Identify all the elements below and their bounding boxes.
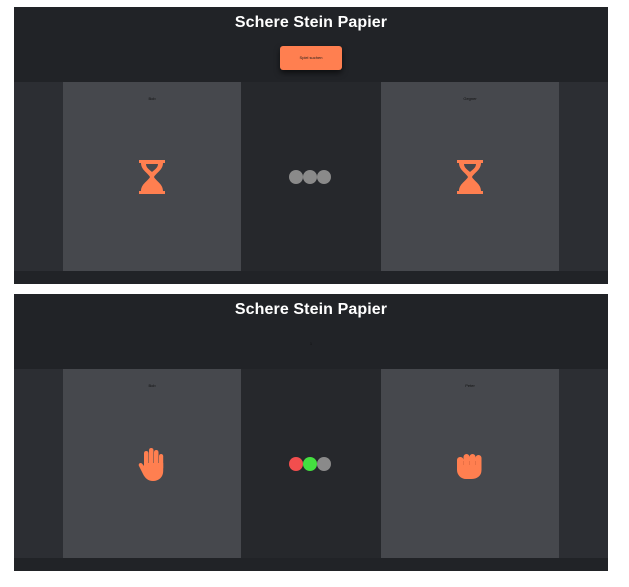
page-title: Schere Stein Papier bbox=[234, 301, 388, 318]
player-card-right: Peter bbox=[381, 369, 559, 558]
player-card-left: Bob bbox=[63, 82, 241, 271]
round-dot-3 bbox=[317, 170, 331, 184]
game-screen-playing: Schere Stein Papier 1 Bob Peter bbox=[14, 294, 608, 571]
player-card-left: Bob bbox=[63, 369, 241, 558]
player-name-right: Peter bbox=[465, 383, 475, 388]
round-indicator-zone bbox=[241, 369, 381, 558]
player-card-right: Gegner bbox=[381, 82, 559, 271]
round-dots bbox=[289, 170, 333, 184]
game-screen-searching: Schere Stein Papier Spiel suchen Bob Geg… bbox=[14, 7, 608, 284]
hand-paper-icon bbox=[138, 448, 164, 481]
round-counter: 1 bbox=[309, 341, 313, 346]
player-name-left: Bob bbox=[148, 383, 156, 388]
round-dot-1 bbox=[289, 170, 303, 184]
round-dot-3 bbox=[317, 457, 331, 471]
round-dot-2 bbox=[303, 170, 317, 184]
round-dot-2-won bbox=[303, 457, 317, 471]
page-title: Schere Stein Papier bbox=[234, 14, 388, 31]
arena: Bob Gegner bbox=[14, 82, 608, 271]
round-indicator-zone bbox=[241, 82, 381, 271]
player-name-right: Gegner bbox=[463, 96, 477, 101]
search-game-button[interactable]: Spiel suchen bbox=[280, 46, 342, 70]
round-dot-1-lost bbox=[289, 457, 303, 471]
arena: Bob Peter bbox=[14, 369, 608, 558]
round-dots bbox=[289, 457, 333, 471]
hand-rock-icon bbox=[457, 454, 482, 479]
hourglass-icon bbox=[139, 160, 165, 194]
hourglass-icon bbox=[457, 160, 483, 194]
player-name-left: Bob bbox=[148, 96, 156, 101]
